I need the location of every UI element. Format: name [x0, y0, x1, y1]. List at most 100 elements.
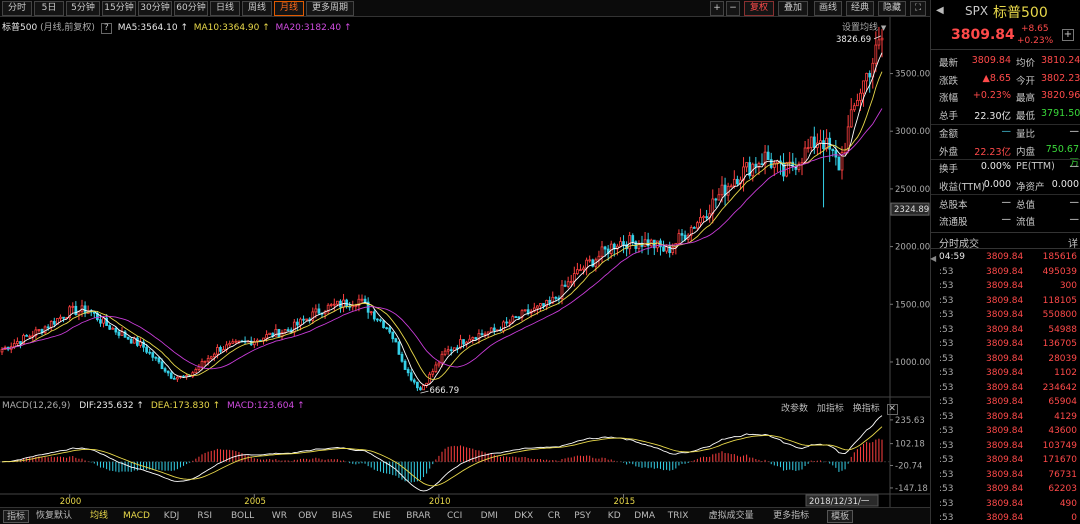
ma-settings-button[interactable]: 设置均线 ▼	[842, 20, 886, 33]
tick-time: :53	[939, 455, 954, 465]
tick-price: 3809.84	[986, 324, 1024, 335]
indicator-tab-1[interactable]: 恢复默认	[36, 510, 72, 523]
candle-body	[391, 331, 395, 340]
indicator-tab-7[interactable]: WR	[272, 510, 287, 523]
period-3-button[interactable]: 15分钟	[102, 1, 136, 16]
field-label: 总股本	[939, 199, 968, 211]
tick-row: :53 3809.84 76731	[931, 469, 1080, 484]
candle-body	[609, 243, 613, 255]
period-0-button[interactable]: 分时	[2, 1, 32, 16]
edit-params-button[interactable]: 改参数	[781, 404, 808, 414]
candle-body	[680, 233, 684, 236]
indicator-tab-13[interactable]: DMI	[481, 510, 498, 523]
ticks-detail-button[interactable]: 详	[1068, 235, 1078, 250]
indicator-tab-3[interactable]: MACD	[123, 510, 150, 523]
candle-body	[409, 372, 413, 381]
add-indicator-button[interactable]: 加指标	[817, 404, 844, 414]
indicator-tab-15[interactable]: CR	[548, 510, 561, 523]
candle-series	[0, 26, 884, 392]
candle-body	[723, 184, 727, 196]
period-9-button[interactable]: 更多周期	[306, 1, 354, 16]
tick-time: :53	[939, 324, 954, 335]
add-watchlist-button[interactable]: +	[1062, 29, 1074, 41]
field-label: 金额	[939, 128, 959, 140]
period-8-button[interactable]: 月线	[274, 1, 304, 16]
candle-body	[585, 259, 588, 269]
indicator-tab-21[interactable]: 更多指标	[773, 510, 809, 523]
candle-body	[151, 352, 155, 358]
period-4-button[interactable]: 30分钟	[138, 1, 172, 16]
indicator-tab-10[interactable]: ENE	[373, 510, 391, 523]
candle-body	[166, 370, 170, 374]
candle-body	[145, 346, 148, 353]
field-label: 总手	[939, 111, 959, 123]
candle-body	[172, 377, 176, 380]
candle-body	[859, 92, 862, 101]
candle-body	[354, 305, 358, 307]
indicator-tab-12[interactable]: CCI	[447, 510, 462, 523]
indicator-tab-17[interactable]: KD	[608, 510, 621, 523]
fullscreen-icon[interactable]: ⛶	[910, 1, 926, 16]
candle-body	[194, 369, 198, 374]
tick-volume: 490	[1059, 498, 1077, 509]
indicator-tab-6[interactable]: BOLL	[231, 510, 254, 523]
period-6-button[interactable]: 日线	[210, 1, 240, 16]
candle-body	[803, 147, 807, 163]
candle-body	[683, 234, 687, 240]
indicator-tab-20[interactable]: 虚拟成交量	[709, 510, 754, 523]
indicator-tab-8[interactable]: OBV	[298, 510, 317, 523]
tick-row: :53 3809.84 54988	[931, 324, 1080, 339]
candle-body	[108, 325, 112, 330]
indicator-tab-18[interactable]: DMA	[634, 510, 655, 523]
candle-body	[665, 246, 668, 252]
candle-body	[160, 361, 164, 370]
candle-body	[49, 320, 53, 328]
zoom-in-button[interactable]: +	[710, 1, 724, 16]
help-icon[interactable]: ?	[100, 23, 112, 34]
tick-volume: 550800	[1042, 310, 1077, 320]
index-name: 标普500	[2, 23, 38, 33]
chevron-down-icon: ▼	[880, 24, 887, 32]
indicator-tab-14[interactable]: DKX	[514, 510, 533, 523]
quote-row: 最新 3809.84 均价 3810.24	[931, 53, 1080, 70]
indicator-tab-19[interactable]: TRIX	[668, 510, 689, 523]
candle-body	[379, 319, 382, 322]
candle-body	[539, 303, 542, 307]
tick-price: 3809.84	[986, 455, 1024, 465]
overlay-dropdown[interactable]: 叠加	[778, 1, 808, 16]
hide-button[interactable]: 隐藏	[878, 1, 906, 16]
classic-button[interactable]: 经典	[846, 1, 874, 16]
field-value: 3809.84	[971, 55, 1011, 66]
chevron-left-icon[interactable]: ◀	[936, 5, 944, 16]
candle-body	[412, 379, 416, 383]
indicator-tab-16[interactable]: PSY	[574, 510, 591, 523]
ma5-line	[1, 52, 883, 387]
candle-body	[314, 308, 318, 313]
period-2-button[interactable]: 5分钟	[66, 1, 100, 16]
zoom-out-button[interactable]: −	[726, 1, 740, 16]
tick-time: :53	[939, 440, 954, 451]
indicator-tab-0[interactable]: 指标	[3, 510, 30, 523]
indicator-tab-22[interactable]: 模板	[827, 510, 854, 523]
tick-price: 3809.84	[986, 411, 1024, 422]
swap-indicator-button[interactable]: 换指标	[853, 404, 880, 414]
x-tick-label: 2015	[614, 497, 636, 507]
indicator-tab-4[interactable]: KDJ	[164, 510, 180, 523]
period-5-button[interactable]: 60分钟	[174, 1, 208, 16]
candle-body	[148, 351, 152, 354]
indicator-tab-11[interactable]: BRAR	[406, 510, 430, 523]
candle-body	[37, 329, 41, 331]
tick-price: 3809.84	[986, 310, 1024, 320]
draw-line-button[interactable]: 画线	[814, 1, 842, 16]
high-label: 3826.69	[836, 35, 871, 45]
fuquan-dropdown[interactable]: 复权	[744, 1, 774, 16]
indicator-tab-2[interactable]: 均线	[90, 510, 108, 523]
period-1-button[interactable]: 5日	[34, 1, 64, 16]
main-chart-header: 标普500 (月线,前复权) ? MA5:3564.10 ↑ MA10:3364…	[2, 23, 352, 34]
tick-row: :53 3809.84 43600	[931, 425, 1080, 440]
indicator-tab-9[interactable]: BIAS	[332, 510, 353, 523]
close-icon[interactable]: ✕	[886, 404, 898, 415]
period-7-button[interactable]: 周线	[242, 1, 272, 16]
indicator-tab-5[interactable]: RSI	[197, 510, 212, 523]
tick-volume: 171670	[1042, 455, 1077, 465]
